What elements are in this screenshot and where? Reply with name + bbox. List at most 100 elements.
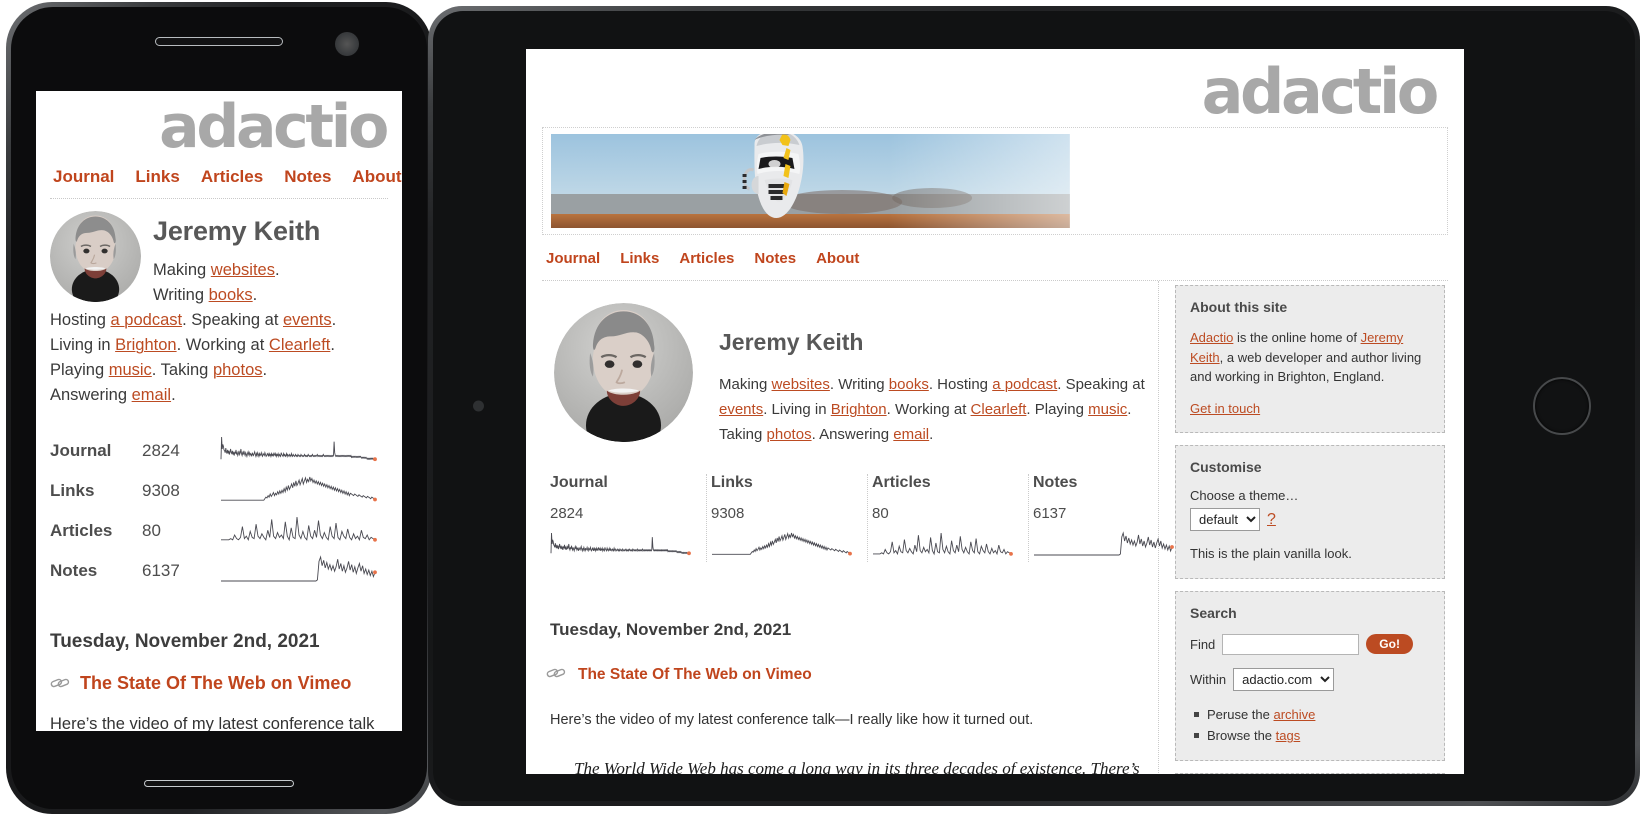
table-row: Journal 2824 xyxy=(50,433,388,473)
list-item: Peruse the archive xyxy=(1194,704,1430,725)
about-link-adactio[interactable]: Adactio xyxy=(1190,330,1233,345)
tablet-stats-row: Journal 2824 Links 9308 Articles 80 Note… xyxy=(546,473,1174,568)
sparkline-links xyxy=(711,531,855,561)
nav-item-journal[interactable]: Journal xyxy=(546,250,600,267)
tablet-home-button[interactable] xyxy=(1533,377,1591,435)
site-logo[interactable]: adactio xyxy=(50,91,389,157)
nav-item-journal[interactable]: Journal xyxy=(53,167,114,187)
tablet-screen: adactio Journal Links Articles Notes Abo… xyxy=(526,49,1464,774)
stat-count-notes: 6137 xyxy=(142,561,180,580)
stat-label-journal: Journal xyxy=(550,473,608,491)
bio-link-clearleft[interactable]: Clearleft xyxy=(971,401,1027,418)
stat-card-links: Links 9308 xyxy=(707,473,868,562)
nav-item-links[interactable]: Links xyxy=(620,250,659,267)
sidebar-customise-title: Customise xyxy=(1190,459,1262,475)
phone-stats-table: Journal 2824 Links 9308 Articles 80 Note… xyxy=(50,433,388,593)
post-date: Tuesday, November 2nd, 2021 xyxy=(550,619,792,639)
phone-primary-nav: Journal Links Articles Notes About xyxy=(50,157,402,198)
stat-card-articles: Articles 80 xyxy=(868,473,1029,562)
post-title-link[interactable]: The State Of The Web on Vimeo xyxy=(80,673,351,693)
post-title-row: The State Of The Web on Vimeo xyxy=(50,673,388,694)
bio-link-websites[interactable]: websites xyxy=(772,376,830,393)
bio-link-clearleft[interactable]: Clearleft xyxy=(269,336,330,354)
phone-screen: adactio Journal Links Articles Notes Abo… xyxy=(36,91,402,731)
stat-label-journal: Journal xyxy=(50,441,112,460)
theme-help-link[interactable]: ? xyxy=(1267,511,1276,529)
chain-link-icon xyxy=(546,666,566,685)
within-label: Within xyxy=(1190,671,1227,687)
sidebar: About this site Adactio is the online ho… xyxy=(1159,281,1445,774)
bio-link-music[interactable]: music xyxy=(109,361,152,379)
get-in-touch-link[interactable]: Get in touch xyxy=(1190,401,1260,416)
bio-link-events[interactable]: events xyxy=(283,311,332,329)
sidebar-about-body: Adactio is the online home of Jeremy Kei… xyxy=(1190,328,1430,387)
archive-link[interactable]: archive xyxy=(1274,707,1316,722)
post-title-link[interactable]: The State Of The Web on Vimeo xyxy=(578,666,812,683)
phone-bio-block: Jeremy Keith Making websites. Writing bo… xyxy=(50,211,388,409)
peruse-prefix: Peruse the xyxy=(1207,706,1274,722)
find-label: Find xyxy=(1190,636,1216,652)
about-mid-text: is the online home of xyxy=(1233,330,1361,345)
stat-card-journal: Journal 2824 xyxy=(546,473,707,562)
profile-name: Jeremy Keith xyxy=(719,329,864,355)
nav-item-articles[interactable]: Articles xyxy=(201,167,263,187)
bio-link-email[interactable]: email xyxy=(893,426,929,443)
bio-link-books[interactable]: books xyxy=(889,376,929,393)
search-input[interactable] xyxy=(1222,633,1360,655)
post-blockquote: The World Wide Web has come a long way i… xyxy=(574,758,1140,774)
bio-link-photos[interactable]: photos xyxy=(213,361,263,379)
within-select[interactable]: adactio.com xyxy=(1233,667,1335,691)
bio-link-brighton[interactable]: Brighton xyxy=(115,336,176,354)
bio-link-photos[interactable]: photos xyxy=(767,426,812,443)
bio-link-events[interactable]: events xyxy=(719,401,763,418)
stat-label-links: Links xyxy=(711,473,753,491)
bio-line-4: Living in Brighton. Working at Clearleft… xyxy=(50,336,335,355)
bio-link-music[interactable]: music xyxy=(1088,401,1127,418)
stat-label-notes: Notes xyxy=(1033,473,1078,491)
tablet-primary-nav: Journal Links Articles Notes About xyxy=(542,235,1448,280)
nav-item-about[interactable]: About xyxy=(352,167,401,187)
bio-link-podcast[interactable]: a podcast xyxy=(992,376,1057,393)
find-row: Find Go! xyxy=(1190,633,1430,655)
browse-prefix: Browse the xyxy=(1207,727,1276,743)
search-go-button[interactable]: Go! xyxy=(1366,634,1413,654)
nav-item-notes[interactable]: Notes xyxy=(284,167,331,187)
get-in-touch-row: Get in touch xyxy=(1190,399,1430,419)
avatar xyxy=(554,303,693,442)
phone-front-camera-icon xyxy=(335,32,359,56)
site-logo[interactable]: adactio xyxy=(526,49,1464,127)
screenshot-stage: adactio Journal Links Articles Notes Abo… xyxy=(0,0,1643,839)
about-tail-text: , a web developer and author living and … xyxy=(1190,349,1422,385)
site-banner-image xyxy=(542,127,1448,235)
sparkline-links xyxy=(220,473,388,513)
sparkline-notes xyxy=(1033,530,1177,561)
stat-label-notes: Notes xyxy=(50,561,98,580)
avatar xyxy=(50,211,141,302)
bio-link-websites[interactable]: websites xyxy=(211,261,275,279)
list-item: Browse the tags xyxy=(1194,725,1430,746)
sparkline-journal xyxy=(220,433,388,473)
bio-link-podcast[interactable]: a podcast xyxy=(111,311,183,329)
nav-item-links[interactable]: Links xyxy=(135,167,179,187)
nav-item-notes[interactable]: Notes xyxy=(754,250,796,267)
tablet-page: Journal Links Articles Notes About Jerem… xyxy=(526,127,1464,774)
tags-link[interactable]: tags xyxy=(1276,728,1301,743)
bio-link-books[interactable]: books xyxy=(209,286,253,304)
nav-item-about[interactable]: About xyxy=(816,250,859,267)
sidebar-box-customise: Customise Choose a theme… default ? This… xyxy=(1175,445,1445,579)
theme-select-row: default ? xyxy=(1190,508,1430,531)
tablet-content-columns: Jeremy Keith Making websites. Writing bo… xyxy=(542,281,1448,774)
post-date: Tuesday, November 2nd, 2021 xyxy=(50,630,320,652)
search-extra-links: Peruse the archive Browse the tags xyxy=(1190,704,1430,747)
theme-select[interactable]: default xyxy=(1190,508,1260,531)
tablet-bio-text: Jeremy Keith Making websites. Writing bo… xyxy=(693,303,1148,448)
bio-link-brighton[interactable]: Brighton xyxy=(831,401,887,418)
bio-link-email[interactable]: email xyxy=(132,386,171,404)
nav-item-articles[interactable]: Articles xyxy=(679,250,734,267)
divider xyxy=(50,198,388,199)
choose-theme-label: Choose a theme… xyxy=(1190,488,1299,503)
bio-line-5: Playing music. Taking photos. xyxy=(50,361,268,380)
stat-count-links: 9308 xyxy=(711,504,745,522)
tablet-bio-block: Jeremy Keith Making websites. Writing bo… xyxy=(546,281,1148,448)
stat-label-articles: Articles xyxy=(50,521,113,540)
